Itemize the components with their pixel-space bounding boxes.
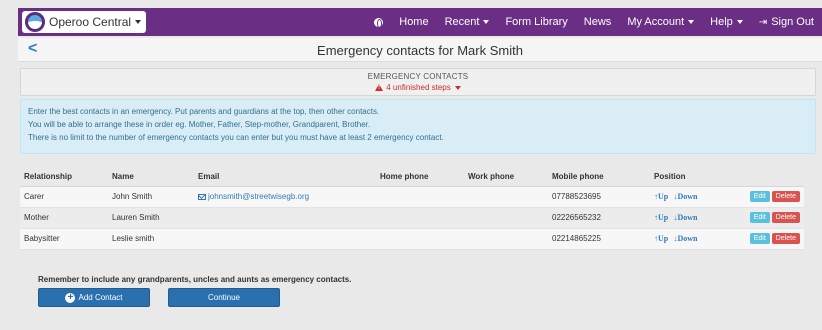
column-header: Home phone bbox=[376, 168, 464, 187]
brand-name: Operoo Central bbox=[49, 15, 132, 29]
move-down-link[interactable]: ↓Down bbox=[673, 192, 697, 201]
cell-email bbox=[194, 228, 376, 250]
info-line: Enter the best contacts in an emergency.… bbox=[28, 107, 380, 116]
cell-mobile-phone: 07788523695 bbox=[548, 186, 650, 208]
chevron-down-icon bbox=[688, 20, 695, 24]
info-alert: Enter the best contacts in an emergency.… bbox=[20, 99, 816, 154]
edit-button[interactable]: Edit bbox=[749, 233, 770, 244]
page-header: < Emergency contacts for Mark Smith bbox=[18, 38, 822, 62]
info-line: There is no limit to the number of emerg… bbox=[28, 133, 444, 142]
column-header: Name bbox=[108, 168, 194, 187]
column-header: Work phone bbox=[464, 168, 548, 187]
column-header: Email bbox=[194, 168, 376, 187]
nav-help-label: Help bbox=[710, 16, 733, 28]
unfinished-steps-dropdown[interactable]: 4 unfinished steps bbox=[21, 83, 815, 92]
delete-button[interactable]: Delete bbox=[771, 212, 800, 223]
language-globe-button[interactable] bbox=[366, 8, 391, 36]
cell-name: Leslie smith bbox=[108, 228, 194, 250]
info-line: You will be able to arrange these in ord… bbox=[28, 120, 371, 129]
chevron-down-icon bbox=[135, 20, 142, 24]
cell-actions: Edit Delete bbox=[742, 228, 804, 250]
cell-work-phone bbox=[464, 207, 548, 229]
email-text: johnsmith@streetwisegb.org bbox=[208, 192, 310, 201]
continue-button[interactable]: Continue bbox=[168, 288, 280, 307]
operoo-logo-icon bbox=[25, 12, 45, 32]
nav-sign-out[interactable]: ⇥ Sign Out bbox=[751, 8, 822, 36]
cell-home-phone bbox=[376, 186, 464, 208]
column-header: Relationship bbox=[20, 168, 108, 187]
nav-help[interactable]: Help bbox=[702, 8, 751, 36]
move-up-link[interactable]: ↑Up bbox=[654, 213, 668, 222]
move-up-link[interactable]: ↑Up bbox=[654, 192, 668, 201]
steps-panel: EMERGENCY CONTACTS 4 unfinished steps bbox=[20, 68, 816, 96]
cell-home-phone bbox=[376, 228, 464, 250]
cell-actions: Edit Delete bbox=[742, 207, 804, 229]
cell-name: John Smith bbox=[108, 186, 194, 208]
contacts-table: Relationship Name Email Home phone Work … bbox=[20, 168, 804, 250]
steps-title: EMERGENCY CONTACTS bbox=[367, 72, 469, 81]
cell-mobile-phone: 02214865225 bbox=[548, 228, 650, 250]
plus-circle-icon: + bbox=[65, 292, 76, 303]
column-header: Mobile phone bbox=[548, 168, 650, 187]
nav-my-account[interactable]: My Account bbox=[619, 8, 702, 36]
cell-email: johnsmith@streetwisegb.org bbox=[194, 186, 376, 208]
table-row: Mother Lauren Smith 02226565232 ↑Up ↓Dow… bbox=[20, 207, 804, 229]
nav-recent[interactable]: Recent bbox=[437, 8, 498, 36]
table-row: Carer John Smith johnsmith@streetwisegb.… bbox=[20, 186, 804, 208]
warning-icon bbox=[375, 84, 384, 91]
globe-icon bbox=[374, 17, 384, 28]
chevron-down-icon bbox=[736, 20, 743, 24]
column-header: Position bbox=[650, 168, 742, 187]
nav-news[interactable]: News bbox=[576, 8, 620, 36]
column-header-actions bbox=[742, 168, 804, 187]
reminder-text: Remember to include any grandparents, un… bbox=[38, 275, 352, 284]
chevron-down-icon bbox=[454, 85, 461, 90]
envelope-icon bbox=[198, 193, 206, 200]
chevron-down-icon bbox=[483, 20, 490, 24]
cell-relationship: Mother bbox=[20, 207, 108, 229]
move-down-link[interactable]: ↓Down bbox=[673, 213, 697, 222]
table-row: Babysitter Leslie smith 02214865225 ↑Up … bbox=[20, 228, 804, 250]
nav-links: Home Recent Form Library News My Account… bbox=[366, 8, 822, 36]
cell-actions: Edit Delete bbox=[742, 186, 804, 208]
nav-sign-out-label: Sign Out bbox=[771, 16, 814, 28]
edit-button[interactable]: Edit bbox=[749, 191, 770, 202]
cell-home-phone bbox=[376, 207, 464, 229]
unfinished-steps-label: 4 unfinished steps bbox=[386, 83, 451, 92]
cell-position: ↑Up ↓Down bbox=[650, 228, 742, 250]
move-down-link[interactable]: ↓Down bbox=[673, 234, 697, 243]
cell-work-phone bbox=[464, 186, 548, 208]
cell-mobile-phone: 02226565232 bbox=[548, 207, 650, 229]
add-contact-label: Add Contact bbox=[78, 293, 123, 302]
delete-button[interactable]: Delete bbox=[771, 233, 800, 244]
nav-home[interactable]: Home bbox=[391, 8, 436, 36]
brand-dropdown[interactable]: Operoo Central bbox=[22, 11, 147, 33]
cell-work-phone bbox=[464, 228, 548, 250]
cell-name: Lauren Smith bbox=[108, 207, 194, 229]
cell-position: ↑Up ↓Down bbox=[650, 207, 742, 229]
delete-button[interactable]: Delete bbox=[771, 191, 800, 202]
email-link[interactable]: johnsmith@streetwisegb.org bbox=[198, 192, 309, 201]
move-up-link[interactable]: ↑Up bbox=[654, 234, 668, 243]
nav-my-account-label: My Account bbox=[627, 16, 685, 28]
page-title: Emergency contacts for Mark Smith bbox=[317, 43, 523, 58]
edit-button[interactable]: Edit bbox=[749, 212, 770, 223]
cell-position: ↑Up ↓Down bbox=[650, 186, 742, 208]
nav-form-library[interactable]: Form Library bbox=[497, 8, 575, 36]
cell-email bbox=[194, 207, 376, 229]
table-header-row: Relationship Name Email Home phone Work … bbox=[20, 168, 804, 187]
top-navbar: Operoo Central Home Recent Form Library … bbox=[18, 8, 822, 36]
add-contact-button[interactable]: + Add Contact bbox=[38, 288, 150, 307]
sign-out-icon: ⇥ bbox=[758, 16, 768, 28]
cell-relationship: Carer bbox=[20, 186, 108, 208]
cell-relationship: Babysitter bbox=[20, 228, 108, 250]
nav-recent-label: Recent bbox=[444, 16, 480, 28]
